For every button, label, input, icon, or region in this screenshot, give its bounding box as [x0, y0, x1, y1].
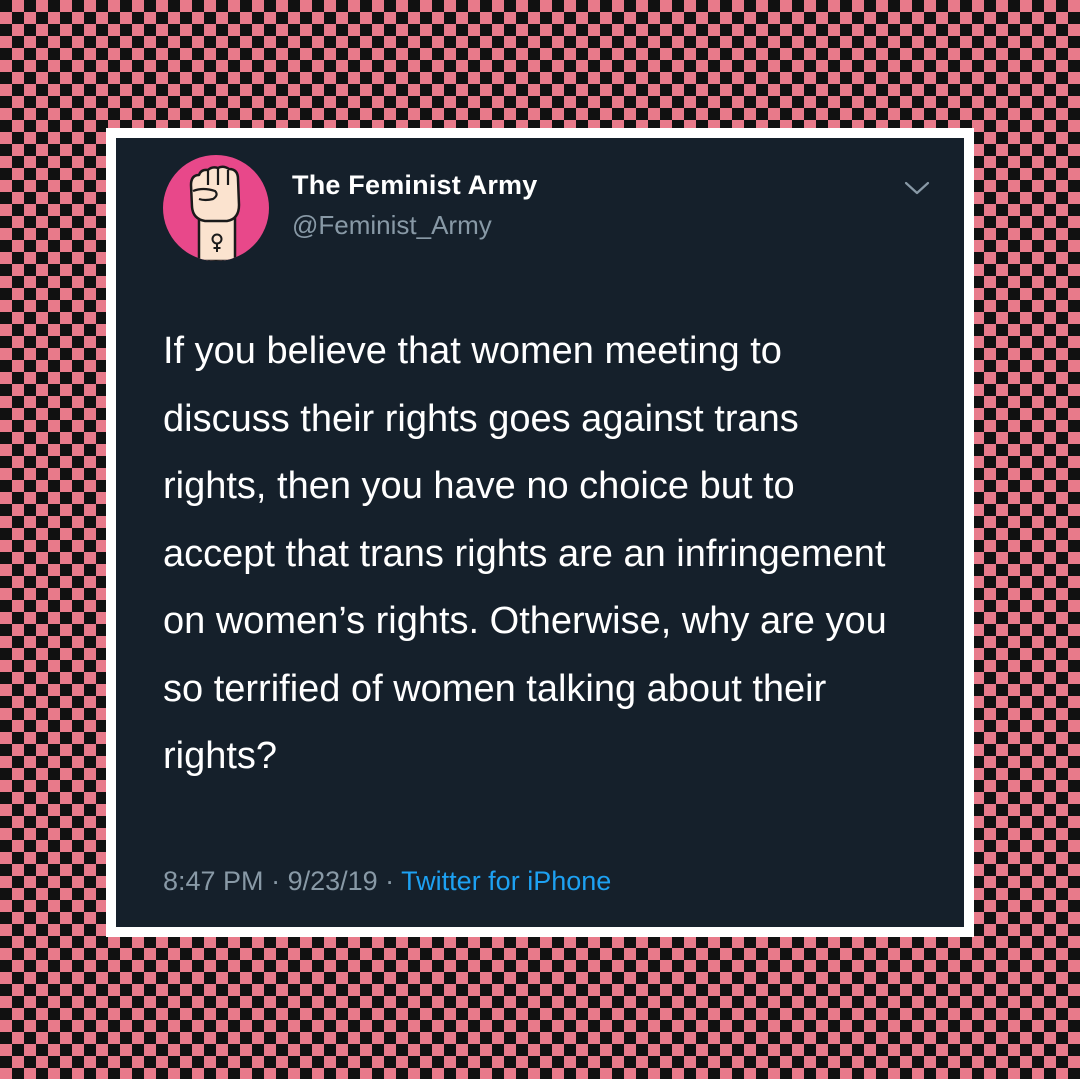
white-frame: The Feminist Army @Feminist_Army If you … [106, 128, 974, 937]
tweet-source-link[interactable]: Twitter for iPhone [401, 866, 611, 896]
tweet-time[interactable]: 8:47 PM [163, 866, 264, 896]
tweet-card: The Feminist Army @Feminist_Army If you … [116, 138, 964, 927]
tweet-meta: 8:47 PM · 9/23/19 · Twitter for iPhone [163, 866, 611, 897]
chevron-down-icon[interactable] [902, 176, 932, 200]
display-name[interactable]: The Feminist Army [292, 170, 537, 201]
tweet-text: If you believe that women meeting to dis… [163, 330, 887, 777]
raised-fist-venus-icon [163, 155, 269, 261]
meta-separator: · [377, 866, 402, 896]
avatar[interactable] [163, 155, 269, 261]
user-handle[interactable]: @Feminist_Army [292, 210, 492, 241]
meta-separator: · [263, 866, 288, 896]
tweet-date[interactable]: 9/23/19 [288, 866, 378, 896]
